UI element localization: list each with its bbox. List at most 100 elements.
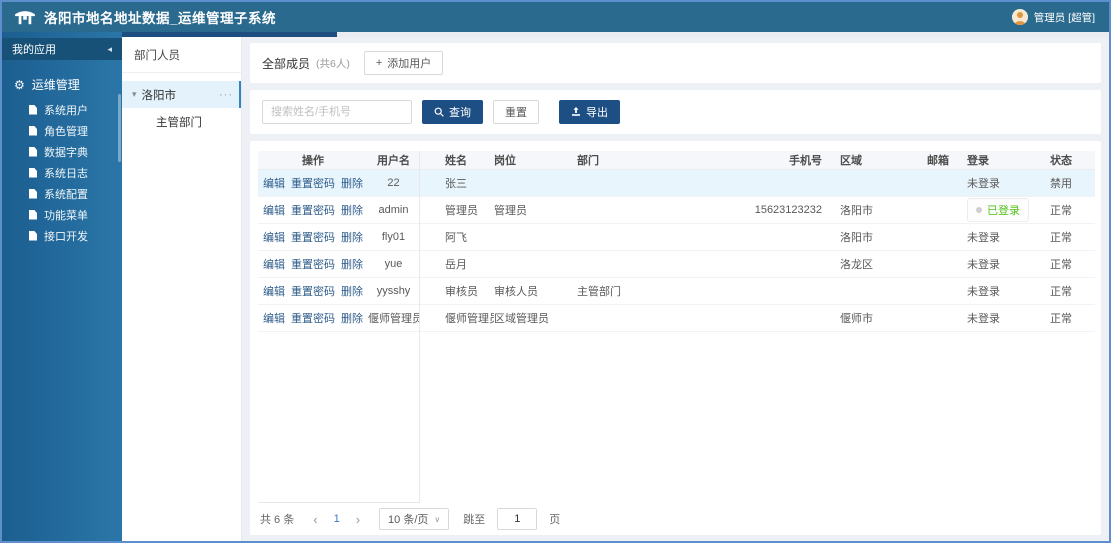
table-header-row: 操作 用户名 姓名 岗位 部门 手机号 区域 邮箱 登录 状态 (258, 151, 1095, 170)
sidebar-item-data-dictionary[interactable]: 数据字典 (2, 141, 122, 162)
edit-link[interactable]: 编辑 (263, 259, 285, 271)
cell-dept (577, 250, 700, 278)
cell-login: 已登录 (959, 196, 1042, 224)
cell-login: 未登录 (959, 250, 1042, 278)
reset-password-link[interactable]: 重置密码 (291, 313, 335, 325)
export-button[interactable]: 导出 (559, 100, 620, 124)
cell-post: 审核人员 (494, 277, 577, 305)
search-input[interactable] (262, 100, 412, 124)
reset-password-link[interactable]: 重置密码 (291, 232, 335, 244)
jump-page-input[interactable] (497, 508, 538, 530)
cell-post: 区域管理员 (494, 304, 577, 332)
edit-link[interactable]: 编辑 (263, 313, 285, 325)
cell-email (919, 277, 959, 305)
department-panel: 部门人员 ▾ 洛阳市 ··· 主管部门 (122, 37, 242, 541)
tree-node-luoyang[interactable]: ▾ 洛阳市 ··· (122, 81, 241, 108)
fixed-column-divider (419, 151, 420, 503)
query-button[interactable]: 查询 (422, 100, 483, 124)
sidebar-scrollbar[interactable] (118, 94, 121, 162)
delete-link[interactable]: 删除 (341, 259, 363, 271)
cell-name: 管理员 (419, 196, 494, 224)
edit-link[interactable]: 编辑 (263, 286, 285, 298)
col-status: 状态 (1042, 151, 1095, 170)
cell-post: 管理员 (494, 196, 577, 224)
reset-password-link[interactable]: 重置密码 (291, 205, 335, 217)
cell-email (919, 223, 959, 251)
cell-status: 正常 (1042, 250, 1095, 278)
cell-status: 正常 (1042, 196, 1095, 224)
delete-link[interactable]: 删除 (341, 286, 363, 298)
col-login: 登录 (959, 151, 1042, 170)
sidebar-item-system-config[interactable]: 系统配置 (2, 183, 122, 204)
sidebar-group-ops-management[interactable]: ⚙ 运维管理 (2, 76, 122, 93)
sidebar-item-role-management[interactable]: 角色管理 (2, 120, 122, 141)
reset-password-link[interactable]: 重置密码 (291, 259, 335, 271)
cell-login: 未登录 (959, 223, 1042, 251)
edit-link[interactable]: 编辑 (263, 205, 285, 217)
col-username: 用户名 (368, 151, 419, 170)
sidebar-header-label: 我的应用 (12, 44, 56, 56)
tree-node-competent-department[interactable]: 主管部门 (122, 108, 241, 135)
department-panel-title: 部门人员 (122, 37, 241, 73)
reset-password-link[interactable]: 重置密码 (291, 286, 335, 298)
edit-link[interactable]: 编辑 (263, 178, 285, 190)
more-options-icon[interactable]: ··· (219, 89, 233, 101)
export-label: 导出 (586, 107, 608, 119)
table-row[interactable]: 编辑 重置密码 删除 yysshy 审核员 审核人员 主管部门 未登录 正常 (258, 277, 1095, 305)
caret-down-icon[interactable]: ▾ (132, 89, 137, 100)
export-icon (572, 107, 580, 116)
sidebar-item-label: 系统配置 (44, 188, 88, 201)
delete-link[interactable]: 删除 (341, 178, 363, 190)
sidebar-item-system-users[interactable]: 系统用户 (2, 99, 122, 120)
cell-region: 洛阳市 (832, 223, 919, 251)
cell-login: 未登录 (959, 169, 1042, 197)
search-toolbar-card: 查询 重置 导出 (250, 90, 1101, 134)
sidebar-item-label: 数据字典 (44, 146, 88, 159)
reset-password-link[interactable]: 重置密码 (291, 178, 335, 190)
page-number[interactable]: 1 (329, 513, 345, 525)
table-row[interactable]: 编辑重置密码删除 admin 管理员 管理员 15623123232 洛阳市 (258, 196, 1095, 224)
sidebar-item-system-logs[interactable]: 系统日志 (2, 162, 122, 183)
document-icon (29, 230, 37, 241)
col-op: 操作 (258, 151, 368, 170)
cell-op: 编辑 重置密码 删除 (258, 250, 368, 278)
cell-phone (700, 250, 832, 278)
table-row[interactable]: 编辑 重置密码 删除 yue 岳月 洛龙区 未登录 正常 (258, 250, 1095, 278)
delete-link[interactable]: 删除 (341, 232, 363, 244)
cell-name: 偃师管理员 (419, 304, 494, 332)
cell-phone: 15623123232 (700, 196, 832, 224)
sidebar-item-function-menu[interactable]: 功能菜单 (2, 204, 122, 225)
cell-phone (700, 223, 832, 251)
reset-button[interactable]: 重置 (493, 100, 539, 124)
cell-name: 审核员 (419, 277, 494, 305)
table-row[interactable]: 编辑 重置密码 删除 22 张三 未登录 禁用 (258, 169, 1095, 197)
sidebar-item-api-development[interactable]: 接口开发 (2, 225, 122, 246)
col-dept: 部门 (577, 151, 700, 170)
delete-link[interactable]: 删除 (341, 313, 363, 325)
table-row[interactable]: 编辑重置密码删除 偃师管理员 偃师管理员 区域管理员 偃师市 (258, 304, 1095, 332)
edit-link[interactable]: 编辑 (263, 232, 285, 244)
col-region: 区域 (832, 151, 919, 170)
user-menu[interactable]: 管理员 [超管] (1011, 9, 1095, 25)
cell-username: admin (368, 196, 419, 224)
sidebar-header-my-apps[interactable]: 我的应用 ◂ (2, 38, 122, 60)
table-row[interactable]: 编辑 重置密码 删除 fly01 阿飞 洛阳市 未登录 正常 (258, 223, 1095, 251)
cell-post (494, 250, 577, 278)
prev-page-button[interactable]: ‹ (308, 513, 322, 526)
sidebar: 我的应用 ◂ ⚙ 运维管理 系统用户 角色管理 数据字典 系统日志 系统配置 功… (2, 32, 122, 541)
add-user-label: 添加用户 (387, 58, 432, 70)
add-user-button[interactable]: + 添加用户 (363, 51, 444, 75)
sidebar-item-label: 角色管理 (44, 125, 88, 138)
logged-in-badge: 已登录 (967, 197, 1029, 222)
page-size-select[interactable]: 10 条/页 ∨ (379, 508, 450, 530)
collapse-icon[interactable]: ◂ (107, 44, 112, 55)
next-page-button[interactable]: › (351, 513, 365, 526)
delete-link[interactable]: 删除 (341, 205, 363, 217)
jump-label: 跳至 (463, 514, 486, 526)
cell-login: 未登录 (959, 277, 1042, 305)
cell-status: 正常 (1042, 223, 1095, 251)
cell-phone (700, 277, 832, 305)
cell-op: 编辑 重置密码 删除 (258, 277, 368, 305)
cell-post (494, 223, 577, 251)
cell-status: 禁用 (1042, 169, 1095, 197)
